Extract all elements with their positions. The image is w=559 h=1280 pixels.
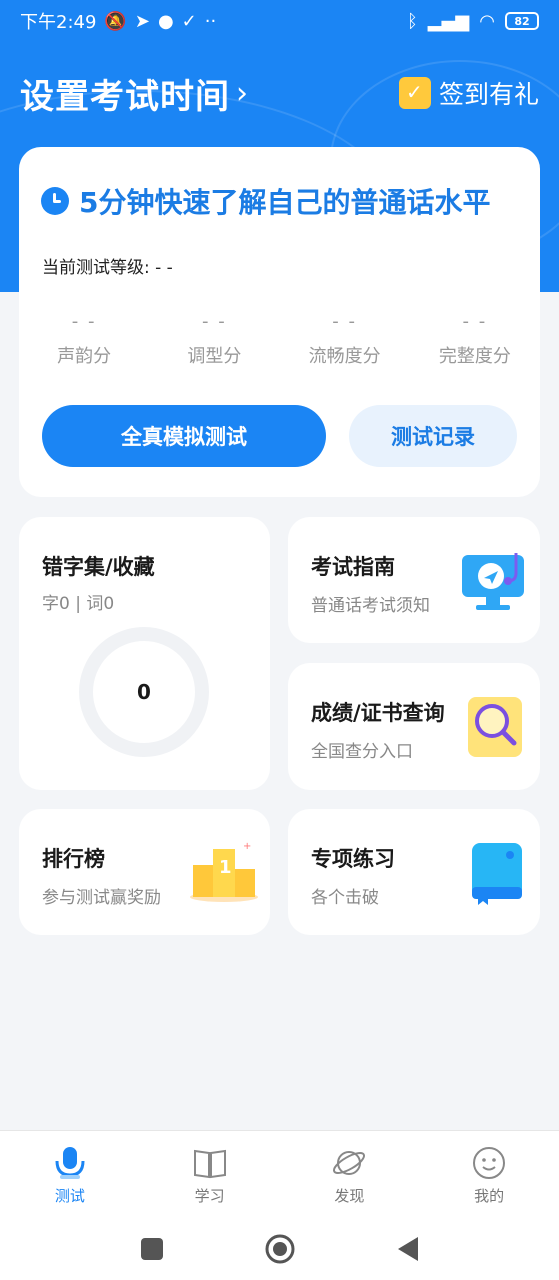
mistakes-title: 错字集/收藏	[42, 555, 155, 579]
score-value: - -	[332, 311, 357, 332]
test-card: 5分钟快速了解自己的普通话水平 当前测试等级: - - - - 声韵分 - - …	[19, 147, 540, 497]
tab-label: 我的	[474, 1187, 505, 1205]
score-label: 完整度分	[438, 346, 511, 367]
mistakes-count: 0	[137, 680, 151, 704]
clock-icon	[41, 187, 69, 215]
podium-icon: 1 +	[190, 841, 258, 902]
svg-text:+: +	[243, 841, 251, 852]
score-value: - -	[71, 311, 97, 332]
header: 设置考试时间 › 签到有礼	[20, 66, 539, 120]
score-query-subtitle: 全国查分入口	[311, 742, 413, 762]
bluetooth-icon: ᛒ	[406, 10, 418, 32]
tab-label: 学习	[194, 1187, 225, 1205]
mute-icon: 🔕	[104, 10, 127, 32]
magnifier-document-icon	[468, 697, 522, 757]
book-icon	[472, 843, 522, 905]
score-item: - - 调型分	[149, 311, 279, 368]
score-query-title: 成绩/证书查询	[311, 701, 445, 725]
more-icon: ··	[204, 10, 217, 32]
ranking-title: 排行榜	[42, 847, 105, 871]
microphone-icon	[55, 1147, 85, 1179]
svg-text:1: 1	[219, 857, 232, 878]
tab-study[interactable]: 学习	[140, 1131, 280, 1218]
score-item: - - 声韵分	[19, 311, 149, 368]
special-practice-subtitle: 各个击破	[311, 888, 379, 908]
bottom-tab-bar: 测试 学习 发现 我的	[0, 1130, 559, 1218]
exam-guide-tile[interactable]: 考试指南 普通话考试须知	[288, 517, 540, 643]
wifi-icon: ◠	[479, 10, 495, 32]
monitor-icon	[462, 553, 524, 610]
planet-icon	[333, 1151, 366, 1175]
score-label: 调型分	[187, 346, 242, 367]
score-row: - - 声韵分 - - 调型分 - - 流畅度分 - - 完整度分	[19, 311, 540, 368]
tab-label: 测试	[54, 1187, 85, 1205]
signal-icon: ▂▄▆	[427, 10, 470, 32]
full-mock-test-button[interactable]: 全真模拟测试	[42, 405, 326, 467]
calendar-check-icon	[398, 77, 431, 109]
telegram-icon: ➤	[134, 10, 150, 32]
score-item: - - 完整度分	[410, 311, 540, 368]
current-level: 当前测试等级: - -	[42, 258, 173, 278]
back-icon[interactable]	[396, 1236, 420, 1262]
ranking-subtitle: 参与测试赢奖励	[42, 888, 161, 908]
test-card-title: 5分钟快速了解自己的普通话水平	[41, 181, 490, 221]
score-label: 声韵分	[57, 346, 112, 367]
set-exam-time-link[interactable]: 设置考试时间	[20, 69, 230, 118]
exam-guide-subtitle: 普通话考试须知	[311, 596, 430, 616]
battery-icon: 82	[505, 12, 539, 30]
home-icon[interactable]	[264, 1233, 296, 1265]
mistakes-tile[interactable]: 错字集/收藏 字0 | 词0 0	[19, 517, 270, 790]
mistakes-subtitle: 字0 | 词0	[42, 594, 115, 614]
test-card-title-text: 5分钟快速了解自己的普通话水平	[79, 186, 491, 219]
score-item: - - 流畅度分	[280, 311, 410, 368]
recent-apps-icon[interactable]	[140, 1237, 164, 1261]
status-time: 下午2:49	[20, 12, 97, 33]
chat-icon: ●	[157, 10, 174, 32]
tab-mine[interactable]: 我的	[419, 1131, 559, 1218]
smiley-icon	[473, 1147, 506, 1179]
mistakes-count-ring: 0	[79, 627, 209, 757]
tab-discover[interactable]: 发现	[280, 1131, 420, 1218]
score-query-tile[interactable]: 成绩/证书查询 全国查分入口	[288, 663, 540, 790]
status-bar: 下午2:49 🔕 ➤ ● ✓ ·· ᛒ ▂▄▆ ◠ 82	[0, 0, 559, 42]
book-icon	[193, 1149, 226, 1179]
special-practice-tile[interactable]: 专项练习 各个击破	[288, 809, 540, 935]
tab-test[interactable]: 测试	[0, 1131, 140, 1218]
test-record-button[interactable]: 测试记录	[349, 405, 517, 467]
chevron-right-icon[interactable]: ›	[236, 76, 248, 111]
score-label: 流畅度分	[308, 346, 381, 367]
ranking-tile[interactable]: 排行榜 参与测试赢奖励 1 +	[19, 809, 270, 935]
check-icon: ✓	[181, 10, 197, 32]
system-navigation-bar	[0, 1218, 559, 1280]
special-practice-title: 专项练习	[311, 847, 395, 871]
exam-guide-title: 考试指南	[311, 555, 395, 579]
checkin-button[interactable]: 签到有礼	[398, 75, 539, 111]
score-value: - -	[462, 311, 488, 332]
checkin-label: 签到有礼	[438, 80, 539, 109]
score-value: - -	[202, 311, 227, 332]
tab-label: 发现	[334, 1187, 365, 1205]
